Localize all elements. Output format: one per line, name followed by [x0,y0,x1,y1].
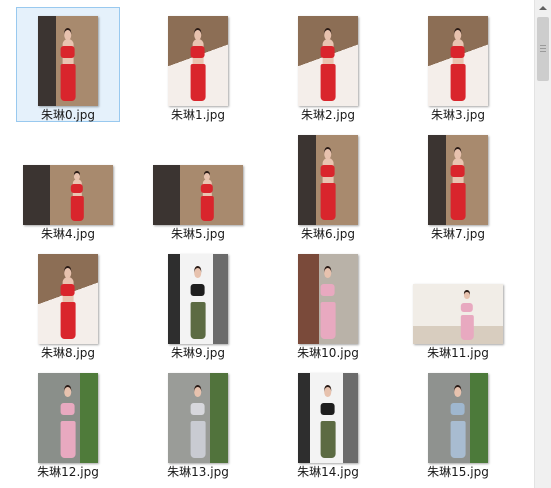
image-thumbnail [153,165,243,225]
thumbnail-frame [147,246,249,344]
file-item[interactable]: 朱琳12.jpg [16,364,120,479]
image-thumbnail [428,135,488,225]
thumbnail-frame [407,127,509,225]
image-thumbnail [38,373,98,463]
thumbnail-frame [147,8,249,106]
file-name-label: 朱琳8.jpg [40,346,96,360]
thumbnail-frame [407,8,509,106]
file-name-label: 朱琳3.jpg [430,108,486,122]
file-item[interactable]: 朱琳13.jpg [146,364,250,479]
file-item[interactable]: 朱琳2.jpg [276,7,380,122]
file-name-label: 朱琳9.jpg [170,346,226,360]
image-thumbnail [38,16,98,106]
thumbnail-frame [147,127,249,225]
file-name-label: 朱琳0.jpg [40,108,96,122]
file-item[interactable]: 朱琳1.jpg [146,7,250,122]
file-item[interactable]: 朱琳3.jpg [406,7,510,122]
file-name-label: 朱琳7.jpg [430,227,486,241]
thumbnail-frame [17,127,119,225]
file-name-label: 朱琳11.jpg [427,346,489,360]
thumbnail-frame [277,365,379,463]
file-item[interactable]: 朱琳11.jpg [406,245,510,360]
image-thumbnail [428,373,488,463]
file-item[interactable]: 朱琳5.jpg [146,126,250,241]
file-name-label: 朱琳14.jpg [297,465,359,479]
file-item[interactable]: 朱琳7.jpg [406,126,510,241]
thumbnail-frame [277,127,379,225]
scroll-up-arrow-icon[interactable] [535,0,551,16]
file-name-label: 朱琳6.jpg [300,227,356,241]
image-thumbnail [298,254,358,344]
file-item[interactable]: 朱琳6.jpg [276,126,380,241]
file-name-label: 朱琳1.jpg [170,108,226,122]
file-item[interactable]: 朱琳10.jpg [276,245,380,360]
thumbnail-frame [147,365,249,463]
file-item[interactable]: 朱琳8.jpg [16,245,120,360]
thumbnail-frame [277,246,379,344]
image-thumbnail [298,373,358,463]
file-name-label: 朱琳13.jpg [167,465,229,479]
file-item[interactable]: 朱琳15.jpg [406,364,510,479]
image-thumbnail [428,16,488,106]
image-thumbnail [168,16,228,106]
file-name-label: 朱琳10.jpg [297,346,359,360]
file-item[interactable]: 朱琳4.jpg [16,126,120,241]
image-thumbnail [298,16,358,106]
thumbnail-frame [407,365,509,463]
file-name-label: 朱琳5.jpg [170,227,226,241]
file-item[interactable]: 朱琳9.jpg [146,245,250,360]
scrollbar-thumb[interactable] [537,17,549,81]
vertical-scrollbar[interactable] [534,0,551,488]
file-item[interactable]: 朱琳0.jpg [16,7,120,122]
image-thumbnail [413,284,503,344]
file-name-label: 朱琳12.jpg [37,465,99,479]
file-item[interactable]: 朱琳14.jpg [276,364,380,479]
image-thumbnail [23,165,113,225]
file-name-label: 朱琳15.jpg [427,465,489,479]
file-name-label: 朱琳2.jpg [300,108,356,122]
image-thumbnail [38,254,98,344]
thumbnail-frame [407,246,509,344]
image-thumbnail [168,254,228,344]
image-thumbnail [168,373,228,463]
thumbnail-frame [17,8,119,106]
thumbnail-frame [17,365,119,463]
thumbnail-frame [277,8,379,106]
image-thumbnail [298,135,358,225]
file-view[interactable]: 朱琳0.jpg 朱琳1.jpg 朱琳2.jpg 朱琳3.jpg 朱琳4.jpg 朱琳5.j… [0,0,534,488]
thumbnail-frame [17,246,119,344]
file-name-label: 朱琳4.jpg [40,227,96,241]
